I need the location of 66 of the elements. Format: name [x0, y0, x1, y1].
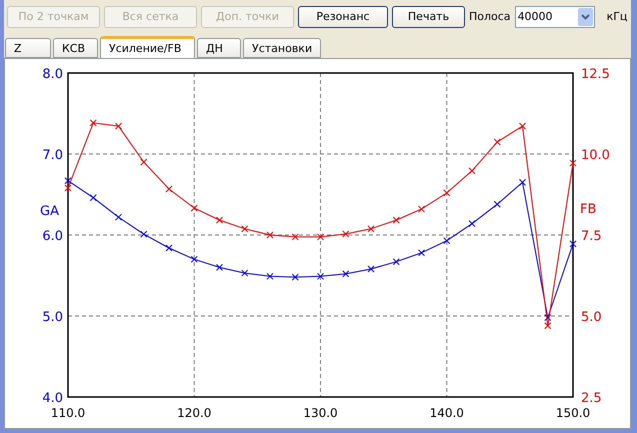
y-axis-title: GA — [40, 204, 59, 219]
data-point — [90, 119, 97, 126]
y2-axis-label: 7.5 — [581, 229, 602, 244]
data-point — [90, 194, 97, 202]
data-point — [190, 256, 198, 263]
data-point — [368, 225, 374, 232]
x-axis-label: 110.0 — [50, 406, 86, 420]
data-point — [468, 167, 476, 174]
x-axis-label: 130.0 — [303, 406, 338, 420]
y2-axis-label: 5.0 — [581, 310, 602, 325]
band-select[interactable]: 40000 — [514, 6, 595, 28]
tab[interactable]: Z — [5, 38, 51, 58]
y2-axis-label: 2.5 — [581, 391, 602, 406]
data-point — [418, 206, 425, 213]
band-label: Полоса — [469, 10, 511, 23]
data-point — [570, 240, 576, 248]
y-axis-label: 4.0 — [42, 391, 63, 406]
data-point — [342, 230, 350, 238]
y-axis-label: 7.0 — [42, 148, 63, 163]
data-point — [519, 178, 526, 186]
data-point — [266, 272, 274, 280]
data-point — [494, 200, 501, 208]
tab[interactable]: КСВ — [53, 38, 98, 58]
data-point — [216, 216, 223, 224]
data-point — [368, 266, 374, 273]
data-point — [166, 186, 172, 192]
tab[interactable]: ДН — [197, 38, 241, 58]
data-point — [266, 232, 274, 238]
data-point — [392, 258, 400, 266]
data-point — [418, 249, 425, 256]
data-point — [115, 122, 122, 130]
toolbar-button[interactable]: Резонанс — [298, 6, 388, 28]
data-point — [519, 122, 526, 130]
y-axis-label: 5.0 — [42, 310, 63, 325]
x-axis-label: 120.0 — [177, 406, 212, 420]
data-point — [342, 270, 350, 278]
data-point — [292, 274, 299, 281]
y-axis-label: 6.0 — [42, 229, 63, 244]
data-point — [241, 270, 248, 277]
data-point — [317, 272, 324, 280]
y2-axis-title: FB — [580, 202, 596, 217]
unit-label: кГц — [606, 10, 628, 23]
x-axis-label: 150.0 — [556, 406, 590, 420]
data-point — [292, 233, 299, 240]
data-point — [140, 158, 148, 166]
data-point — [216, 264, 223, 271]
data-point — [140, 230, 148, 238]
toolbar-button[interactable]: Печать — [392, 6, 465, 28]
data-point — [115, 214, 122, 221]
tab[interactable]: Усиление/FB — [100, 36, 195, 58]
y2-axis-label: 10.0 — [581, 148, 610, 163]
data-point — [443, 237, 450, 244]
data-point — [494, 138, 501, 146]
data-point — [443, 189, 450, 196]
data-point — [190, 204, 198, 212]
y2-axis-label: 12.5 — [581, 67, 610, 82]
data-point — [392, 216, 400, 224]
x-axis-label: 140.0 — [430, 406, 464, 420]
tab[interactable]: Установки — [243, 38, 322, 58]
chevron-down-icon — [580, 14, 590, 20]
data-point — [241, 225, 248, 232]
data-point — [317, 233, 324, 240]
data-point — [570, 160, 576, 167]
data-point — [166, 244, 172, 252]
y-axis-label: 8.0 — [42, 67, 63, 82]
data-point — [468, 220, 476, 228]
